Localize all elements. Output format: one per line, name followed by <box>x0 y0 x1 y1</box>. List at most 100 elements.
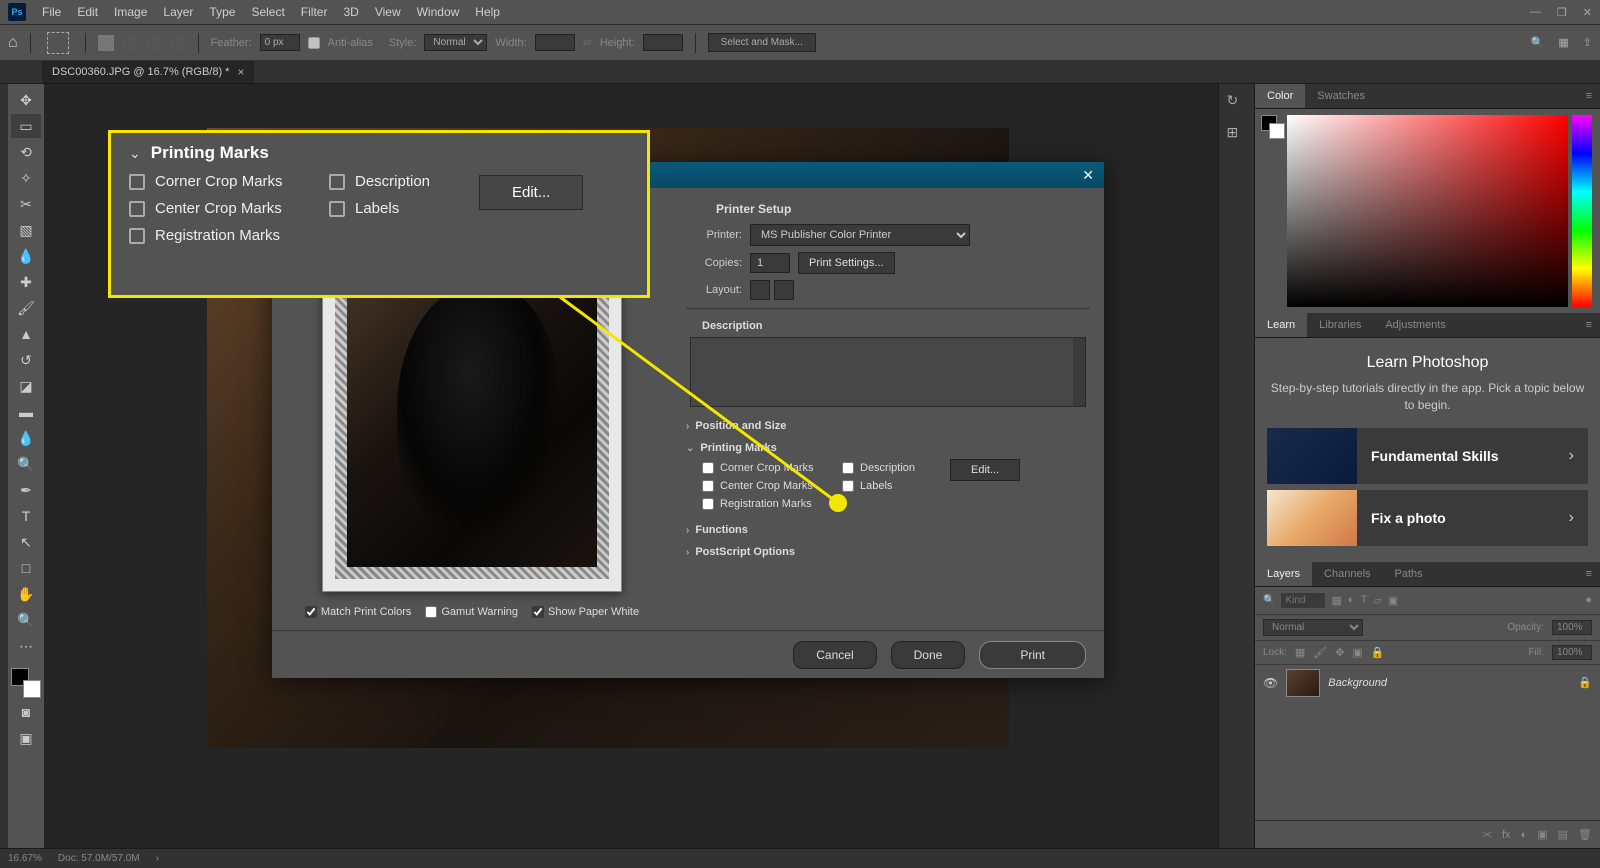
description-textbox[interactable] <box>690 337 1086 407</box>
link-layers-icon[interactable]: ⫘ <box>1482 828 1492 841</box>
lock-all-icon[interactable]: ▦ <box>1295 646 1305 659</box>
lock-full-icon[interactable]: 🔒 <box>1371 646 1385 659</box>
description-section-toggle[interactable]: Description <box>686 315 1090 337</box>
layer-row-background[interactable]: 👁 Background 🔒 <box>1255 665 1600 701</box>
home-icon[interactable]: ⌂ <box>8 34 18 52</box>
pen-tool-icon[interactable]: ✒ <box>11 478 41 502</box>
healing-tool-icon[interactable]: ✚ <box>11 270 41 294</box>
quickmask-icon[interactable]: ◙ <box>11 700 41 724</box>
callout-labels-checkbox[interactable]: Labels <box>329 200 479 217</box>
color-swatches[interactable] <box>11 668 41 698</box>
cancel-button[interactable]: Cancel <box>793 641 876 669</box>
menu-window[interactable]: Window <box>409 5 468 19</box>
panel-menu-icon[interactable]: ≡ <box>1578 562 1600 586</box>
chevron-right-icon[interactable]: › <box>156 853 159 864</box>
eraser-tool-icon[interactable]: ◪ <box>11 374 41 398</box>
color-tab[interactable]: Color <box>1255 84 1305 108</box>
libraries-tab[interactable]: Libraries <box>1307 313 1373 337</box>
done-button[interactable]: Done <box>891 641 966 669</box>
stamp-tool-icon[interactable]: ▲ <box>11 322 41 346</box>
window-restore-icon[interactable]: ❐ <box>1557 6 1567 19</box>
doc-size-readout[interactable]: Doc: 57.0M/57.0M <box>58 853 140 864</box>
panel-menu-icon[interactable]: ≡ <box>1578 313 1600 337</box>
copies-input[interactable] <box>750 253 790 273</box>
paths-tab[interactable]: Paths <box>1383 562 1435 586</box>
menu-select[interactable]: Select <box>243 5 292 19</box>
workspace-icon[interactable]: ▦ <box>1558 36 1568 49</box>
search-icon[interactable]: 🔍 <box>1531 36 1545 49</box>
lasso-tool-icon[interactable]: ⟲ <box>11 140 41 164</box>
select-and-mask-button[interactable]: Select and Mask... <box>708 33 816 52</box>
marquee-tool-indicator[interactable] <box>47 32 69 54</box>
layer-fx-icon[interactable]: fx <box>1502 829 1511 841</box>
zoom-level[interactable]: 16.67% <box>8 853 42 864</box>
selection-subtract-icon[interactable] <box>146 35 162 51</box>
lock-brush-icon[interactable]: 🖌 <box>1313 646 1327 659</box>
layers-tab[interactable]: Layers <box>1255 562 1312 586</box>
learn-tab[interactable]: Learn <box>1255 313 1307 337</box>
callout-edit-button[interactable]: Edit... <box>479 175 583 210</box>
menu-file[interactable]: File <box>34 5 69 19</box>
menu-3d[interactable]: 3D <box>335 5 366 19</box>
hue-slider[interactable] <box>1572 115 1592 307</box>
history-panel-icon[interactable]: ↻ <box>1227 92 1247 110</box>
window-close-icon[interactable]: ✕ <box>1583 6 1592 19</box>
crop-tool-icon[interactable]: ✂ <box>11 192 41 216</box>
zoom-tool-icon[interactable]: 🔍 <box>11 608 41 632</box>
filter-adjust-icon[interactable]: ◐ <box>1348 594 1355 606</box>
selection-new-icon[interactable] <box>98 35 114 51</box>
shape-tool-icon[interactable]: □ <box>11 556 41 580</box>
printer-select[interactable]: MS Publisher Color Printer <box>750 224 970 246</box>
color-fgbg-swatch[interactable] <box>1261 115 1285 139</box>
learn-tile-fix-photo[interactable]: Fix a photo › <box>1267 490 1588 546</box>
position-section-toggle[interactable]: ›Position and Size <box>686 415 1090 437</box>
new-layer-icon[interactable]: ▤ <box>1558 828 1568 841</box>
printing-marks-section-toggle[interactable]: ⌄Printing Marks <box>686 437 1090 459</box>
fill-input[interactable] <box>1552 645 1592 660</box>
color-field[interactable] <box>1287 115 1568 307</box>
screenmode-icon[interactable]: ▣ <box>11 726 41 750</box>
blur-tool-icon[interactable]: 💧 <box>11 426 41 450</box>
swatches-tab[interactable]: Swatches <box>1305 84 1377 108</box>
layout-landscape-icon[interactable] <box>774 280 794 300</box>
corner-crop-marks-checkbox[interactable]: Corner Crop Marks <box>686 459 826 477</box>
menu-layer[interactable]: Layer <box>155 5 201 19</box>
print-settings-button[interactable]: Print Settings... <box>798 252 895 274</box>
type-tool-icon[interactable]: T <box>11 504 41 528</box>
layer-mask-icon[interactable]: ◐ <box>1521 829 1528 841</box>
magic-wand-tool-icon[interactable]: ✧ <box>11 166 41 190</box>
show-paper-white-checkbox[interactable]: Show Paper White <box>532 606 639 618</box>
callout-corner-crop-checkbox[interactable]: Corner Crop Marks <box>129 173 329 190</box>
menu-image[interactable]: Image <box>106 5 155 19</box>
postscript-section-toggle[interactable]: ›PostScript Options <box>686 541 1090 563</box>
description-checkbox[interactable]: Description <box>826 459 946 477</box>
layer-filter-input[interactable] <box>1281 593 1325 608</box>
learn-tile-fundamentals[interactable]: Fundamental Skills › <box>1267 428 1588 484</box>
menu-edit[interactable]: Edit <box>69 5 106 19</box>
history-brush-tool-icon[interactable]: ↺ <box>11 348 41 372</box>
labels-checkbox[interactable]: Labels <box>826 477 946 495</box>
menu-help[interactable]: Help <box>467 5 508 19</box>
document-tab[interactable]: DSC00360.JPG @ 16.7% (RGB/8) * × <box>42 61 254 83</box>
blend-mode-select[interactable]: Normal <box>1263 619 1363 636</box>
lock-move-icon[interactable]: ✥ <box>1335 646 1344 659</box>
gradient-tool-icon[interactable]: ▬ <box>11 400 41 424</box>
filter-shape-icon[interactable]: ▱ <box>1373 594 1381 607</box>
close-tab-icon[interactable]: × <box>237 65 244 79</box>
path-tool-icon[interactable]: ↖ <box>11 530 41 554</box>
callout-registration-checkbox[interactable]: Registration Marks <box>129 227 329 244</box>
more-tools-icon[interactable]: ⋯ <box>11 634 41 658</box>
hand-tool-icon[interactable]: ✋ <box>11 582 41 606</box>
filter-type-icon[interactable]: T <box>1361 594 1368 606</box>
filter-smart-icon[interactable]: ▣ <box>1388 594 1398 607</box>
lock-artboard-icon[interactable]: ▣ <box>1353 646 1363 659</box>
filter-pixel-icon[interactable]: ▦ <box>1331 594 1341 607</box>
callout-description-checkbox[interactable]: Description <box>329 173 479 190</box>
new-folder-icon[interactable]: ▣ <box>1537 828 1547 841</box>
center-crop-marks-checkbox[interactable]: Center Crop Marks <box>686 477 826 495</box>
visibility-toggle-icon[interactable]: 👁 <box>1263 676 1278 690</box>
layout-portrait-icon[interactable] <box>750 280 770 300</box>
menu-type[interactable]: Type <box>201 5 243 19</box>
dialog-close-icon[interactable]: ✕ <box>1082 167 1094 184</box>
registration-marks-checkbox[interactable]: Registration Marks <box>686 495 826 513</box>
